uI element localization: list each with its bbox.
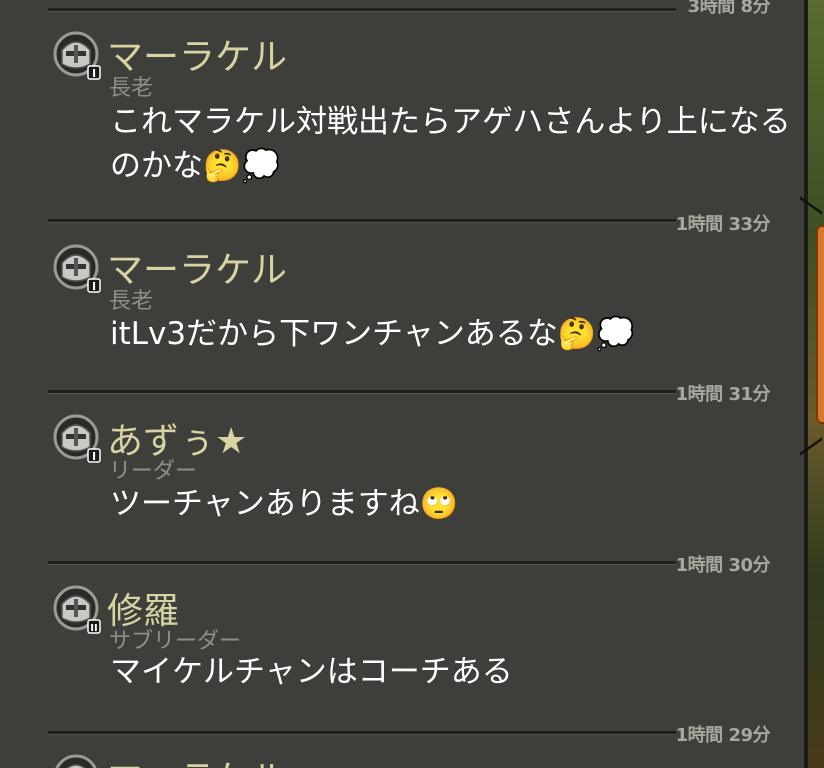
message-divider (48, 390, 676, 394)
rank-badge: I (92, 67, 96, 80)
message-time: 1時間 30分 (675, 555, 771, 576)
message-divider (48, 8, 676, 12)
message-text: これマラケル対戦出たらアゲハさんより上になるのかな🤔💭 (110, 104, 791, 184)
message-text: マイケルチャンはコーチある (110, 654, 513, 690)
message-divider (48, 219, 676, 223)
message-time: 1時間 29分 (675, 725, 771, 746)
helmet-icon[interactable]: I (52, 413, 102, 463)
helmet-icon[interactable]: II (52, 584, 102, 634)
sender-role: 長老 (109, 76, 154, 101)
message-text: ツーチャンありますね🙄 (110, 486, 459, 522)
message-text: itLv3だから下ワンチャンあるな🤔💭 (110, 316, 635, 352)
sender-role: リーダー (109, 459, 198, 484)
sender-role: 長老 (109, 289, 154, 314)
message-divider (48, 561, 676, 565)
rank-badge: II (90, 623, 97, 634)
helmet-icon[interactable] (52, 753, 102, 768)
sender-name[interactable]: マーラケル (107, 750, 287, 768)
chat-collapse-tab[interactable] (816, 225, 824, 424)
message-time: 1時間 33分 (675, 214, 771, 235)
message-time: 1時間 31分 (675, 384, 771, 405)
rank-badge: I (92, 450, 96, 463)
message-time: 3時間 8分 (687, 0, 771, 17)
chat-panel[interactable]: 3時間 8分 I マーラケル 長老 これマラケル対戦出たらアゲハさんより上になる… (0, 0, 804, 768)
helmet-icon[interactable]: I (52, 243, 102, 293)
helmet-icon[interactable]: I (52, 30, 102, 80)
rank-badge: I (92, 280, 96, 293)
message-divider (48, 731, 676, 735)
